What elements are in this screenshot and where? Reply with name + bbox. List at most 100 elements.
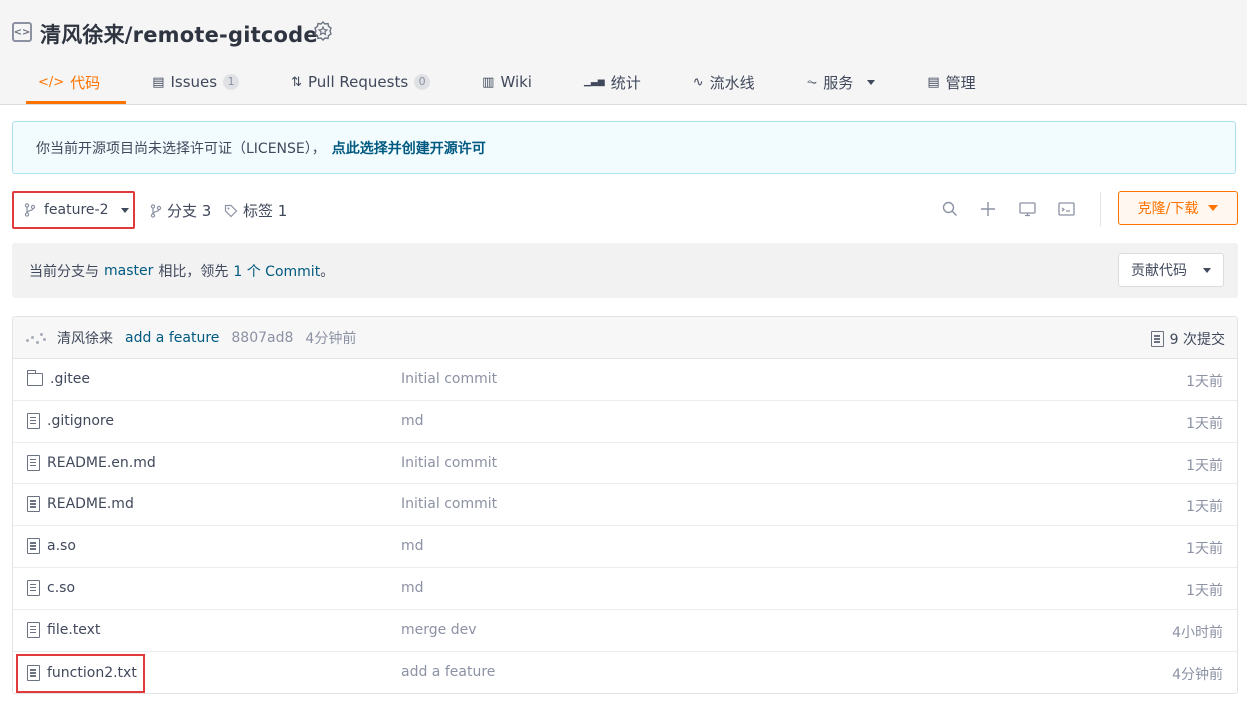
file-commit-message[interactable]: merge dev — [401, 622, 477, 638]
branch-icon — [24, 203, 36, 217]
tags-count: 标签 1 — [243, 202, 288, 220]
tab-stats[interactable]: ▁▃▅ 统计 — [584, 64, 641, 100]
terminal-icon[interactable] — [1056, 199, 1076, 219]
file-time: 1天前 — [1186, 457, 1223, 474]
tag-icon — [224, 204, 238, 217]
tab-label: 统计 — [610, 73, 641, 92]
file-name-link[interactable]: README.md — [27, 496, 134, 513]
clone-download-button[interactable]: 克隆/下载 — [1118, 191, 1238, 225]
file-commit-message[interactable]: Initial commit — [401, 496, 497, 512]
repo-header: <> 清风徐来/remote-gitcode </> 代码 ▤ Issues 1… — [0, 0, 1247, 105]
file-name-link[interactable]: .gitignore — [27, 412, 114, 429]
tab-label: 管理 — [945, 73, 976, 92]
tab-label: 流水线 — [709, 73, 755, 92]
tab-label: 服务 — [823, 73, 854, 92]
pr-count-badge: 0 — [414, 74, 431, 90]
issues-icon: ▤ — [152, 74, 165, 90]
contribute-button[interactable]: 贡献代码 — [1118, 253, 1224, 287]
file-time: 1天前 — [1186, 582, 1223, 599]
commit-message[interactable]: add a feature — [125, 330, 219, 346]
web-ide-icon[interactable] — [1017, 199, 1037, 219]
file-name-link[interactable]: .gitee — [26, 370, 90, 387]
file-icon — [27, 621, 40, 638]
tab-code[interactable]: </> 代码 — [25, 64, 127, 104]
base-branch-link[interactable]: master — [104, 263, 153, 279]
list-item: .gitignore md 1天前 — [13, 401, 1237, 443]
commit-time: 4分钟前 — [305, 330, 357, 347]
issues-count-badge: 1 — [223, 74, 240, 90]
tab-wiki[interactable]: ▥ Wiki — [482, 64, 532, 100]
tab-services[interactable]: ⏦ 服务 — [807, 64, 876, 100]
branch-select[interactable]: feature-2 — [12, 191, 135, 229]
tab-manage[interactable]: ▤ 管理 — [927, 64, 975, 100]
commit-history-link[interactable]: 9 次提交 — [1150, 329, 1225, 349]
branches-link[interactable]: 分支 3 — [150, 200, 211, 221]
history-icon — [1150, 331, 1164, 347]
file-name-link[interactable]: function2.txt — [16, 653, 145, 693]
repo-title[interactable]: 清风徐来/remote-gitcode — [40, 19, 318, 49]
tab-pull-requests[interactable]: ⇅ Pull Requests 0 — [291, 64, 431, 100]
compare-suffix: 。 — [320, 263, 335, 280]
compare-middle: 相比，领先 — [158, 263, 229, 280]
recommend-badge-icon[interactable] — [312, 20, 334, 42]
toolbar-divider — [1100, 192, 1101, 226]
file-icon — [27, 454, 40, 471]
file-time: 1天前 — [1186, 541, 1223, 558]
add-icon[interactable] — [978, 199, 998, 219]
tab-label: Wiki — [500, 73, 532, 91]
file-name-link[interactable]: file.text — [27, 621, 101, 638]
commit-author[interactable]: 清风徐来 — [57, 328, 113, 348]
commit-count: 9 次提交 — [1169, 332, 1225, 348]
current-branch-label: feature-2 — [44, 202, 109, 218]
file-time: 4小时前 — [1172, 624, 1223, 641]
pulse-icon: ⏦ — [806, 74, 818, 90]
avatar[interactable] — [25, 330, 47, 346]
file-time: 1天前 — [1186, 415, 1223, 432]
file-name-link[interactable]: README.en.md — [27, 454, 156, 471]
file-icon — [27, 538, 40, 555]
file-name: file.text — [47, 621, 101, 638]
file-name: README.md — [47, 496, 134, 513]
branch-compare-bar: 当前分支与 master 相比，领先 1 个 Commit 。 贡献代码 — [12, 243, 1238, 298]
list-item: function2.txt add a feature 4分钟前 — [13, 652, 1237, 693]
file-name: README.en.md — [47, 454, 156, 471]
contribute-label: 贡献代码 — [1131, 263, 1187, 279]
wiki-icon: ▥ — [482, 74, 495, 90]
commit-sha[interactable]: 8807ad8 — [231, 330, 293, 346]
settings-doc-icon: ▤ — [927, 74, 940, 90]
ahead-commits-link[interactable]: 1 个 Commit — [233, 261, 320, 281]
clone-label: 克隆/下载 — [1137, 201, 1199, 217]
bar-chart-icon: ▁▃▅ — [583, 77, 605, 87]
tags-link[interactable]: 标签 1 — [224, 200, 287, 221]
file-icon — [27, 496, 40, 513]
file-commit-message[interactable]: md — [401, 580, 424, 596]
file-time: 1天前 — [1186, 499, 1223, 516]
tab-label: Pull Requests — [308, 73, 409, 91]
file-icon — [27, 412, 40, 429]
folder-icon — [26, 370, 43, 386]
create-license-link[interactable]: 点此选择并创建开源许可 — [332, 138, 486, 158]
tab-label: Issues — [170, 73, 218, 91]
chevron-down-icon — [120, 207, 129, 213]
notice-text: 你当前开源项目尚未选择许可证（LICENSE）， — [36, 140, 326, 157]
code-icon: </> — [38, 74, 65, 90]
branch-icon — [150, 203, 162, 218]
file-name-link[interactable]: a.so — [27, 538, 76, 555]
file-commit-message[interactable]: md — [401, 413, 424, 429]
file-time: 4分钟前 — [1172, 666, 1223, 683]
file-name-link[interactable]: c.so — [27, 579, 75, 596]
chevron-down-icon — [1208, 205, 1219, 211]
file-commit-message[interactable]: Initial commit — [401, 455, 497, 471]
search-icon[interactable] — [940, 199, 960, 219]
file-commit-message[interactable]: add a feature — [401, 664, 495, 680]
repo-icon: <> — [12, 22, 32, 42]
file-commit-message[interactable]: Initial commit — [401, 371, 497, 387]
file-icon — [27, 665, 40, 682]
tab-pipeline[interactable]: ∿ 流水线 — [693, 64, 755, 100]
chevron-down-icon — [867, 79, 876, 85]
file-commit-message[interactable]: md — [401, 538, 424, 554]
file-time: 1天前 — [1186, 374, 1223, 390]
last-commit-bar: 清风徐来 add a feature 8807ad8 4分钟前 9 次提交 — [13, 317, 1237, 359]
tab-issues[interactable]: ▤ Issues 1 — [152, 64, 240, 100]
list-item: README.md Initial commit 1天前 — [13, 484, 1237, 527]
